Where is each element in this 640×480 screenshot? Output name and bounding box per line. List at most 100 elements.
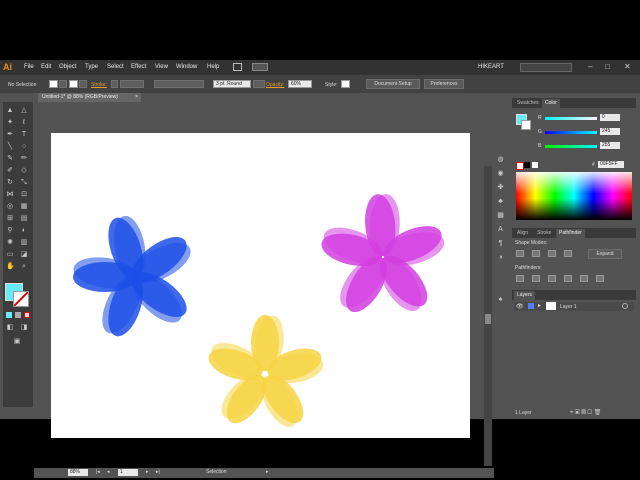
graphic-style-swatch[interactable] bbox=[341, 80, 350, 88]
menu-type[interactable]: Type bbox=[85, 64, 98, 70]
tab-pathfinder[interactable]: Pathfinder bbox=[556, 229, 585, 238]
color-spectrum[interactable] bbox=[516, 172, 632, 220]
opacity-field[interactable]: 60% bbox=[288, 80, 312, 88]
target-icon[interactable] bbox=[622, 303, 628, 309]
type-tool-icon[interactable]: T bbox=[20, 131, 28, 139]
magic-wand-tool-icon[interactable]: ✦ bbox=[6, 119, 14, 127]
direct-selection-tool-icon[interactable]: △ bbox=[20, 107, 28, 115]
draw-mode-icon[interactable]: ◧ bbox=[6, 324, 14, 332]
tab-swatches[interactable]: Swatches bbox=[514, 99, 542, 108]
shape-builder-tool-icon[interactable]: ◎ bbox=[6, 203, 14, 211]
fill-color-swatch[interactable] bbox=[49, 80, 58, 88]
close-icon[interactable]: ✕ bbox=[624, 62, 631, 71]
exclude-icon[interactable] bbox=[564, 250, 572, 257]
selection-tool-icon[interactable]: ▲ bbox=[6, 107, 14, 115]
expand-button[interactable]: Expand bbox=[588, 249, 622, 259]
free-transform-tool-icon[interactable]: ⊡ bbox=[20, 191, 28, 199]
preferences-button[interactable]: Preferences bbox=[424, 79, 464, 89]
red-slider[interactable] bbox=[545, 117, 597, 120]
minus-back-icon[interactable] bbox=[596, 275, 604, 282]
brushes-icon[interactable]: ✤ bbox=[496, 183, 505, 192]
slice-tool-icon[interactable]: ◪ bbox=[20, 251, 28, 259]
maximize-icon[interactable]: □ bbox=[605, 62, 610, 71]
ellipse-tool-icon[interactable]: ○ bbox=[20, 143, 28, 151]
outline-icon[interactable] bbox=[580, 275, 588, 282]
zoom-level-field[interactable]: 88% bbox=[68, 469, 88, 476]
brush-dropdown[interactable] bbox=[253, 80, 265, 88]
last-artboard-icon[interactable]: ▸| bbox=[156, 469, 160, 475]
mesh-tool-icon[interactable]: ⊞ bbox=[6, 215, 14, 223]
screen-mode-icon[interactable]: ▣ bbox=[13, 338, 21, 346]
hex-value-field[interactable]: 00F5FF bbox=[598, 161, 624, 168]
artboard[interactable] bbox=[51, 133, 470, 438]
paintbrush-tool-icon[interactable]: ✎ bbox=[6, 155, 14, 163]
tab-stroke[interactable]: Stroke bbox=[534, 229, 554, 238]
lasso-tool-icon[interactable]: ℓ bbox=[20, 119, 28, 127]
brush-definition[interactable]: 3 pt. Round bbox=[213, 80, 251, 88]
zoom-tool-icon[interactable]: ⌕ bbox=[20, 263, 28, 271]
pencil-tool-icon[interactable]: ✏ bbox=[20, 155, 28, 163]
artboard-number-field[interactable]: 1 bbox=[118, 469, 138, 476]
close-document-icon[interactable]: × bbox=[135, 93, 138, 102]
vertical-scrollbar[interactable] bbox=[484, 166, 492, 466]
previous-artboard-icon[interactable]: ◂ bbox=[107, 469, 110, 475]
magenta-flower[interactable] bbox=[318, 193, 447, 319]
yellow-flower[interactable] bbox=[205, 314, 326, 433]
divide-icon[interactable] bbox=[516, 275, 524, 282]
blob-brush-tool-icon[interactable]: ✐ bbox=[6, 167, 14, 175]
merge-icon[interactable] bbox=[548, 275, 556, 282]
tab-layers[interactable]: Layers bbox=[514, 291, 536, 300]
appearance-icon[interactable]: ◉ bbox=[496, 169, 505, 178]
status-menu-icon[interactable]: ▸ bbox=[266, 469, 269, 475]
stroke-color-swatch[interactable] bbox=[69, 80, 78, 88]
eyedropper-tool-icon[interactable]: ⚲ bbox=[6, 227, 14, 235]
current-tool-status[interactable]: Selection bbox=[206, 469, 227, 475]
fill-dropdown[interactable] bbox=[59, 80, 67, 88]
blue-value-field[interactable]: 255 bbox=[600, 142, 620, 149]
next-artboard-icon[interactable]: ▸ bbox=[146, 469, 149, 475]
symbols-icon[interactable]: ♣ bbox=[496, 197, 505, 206]
first-artboard-icon[interactable]: |◂ bbox=[96, 469, 100, 475]
perspective-grid-tool-icon[interactable]: ▦ bbox=[20, 203, 28, 211]
green-value-field[interactable]: 245 bbox=[600, 128, 620, 135]
crop-icon[interactable] bbox=[564, 275, 572, 282]
menu-file[interactable]: File bbox=[24, 64, 34, 70]
menu-select[interactable]: Select bbox=[107, 64, 124, 70]
stroke-dropdown[interactable] bbox=[79, 80, 87, 88]
unite-icon[interactable] bbox=[516, 250, 524, 257]
artboard-tool-icon[interactable]: ▭ bbox=[6, 251, 14, 259]
stroke-label[interactable]: Stroke: bbox=[91, 82, 107, 88]
visibility-eye-icon[interactable]: 👁 bbox=[516, 303, 524, 310]
draw-inside-icon[interactable]: ◨ bbox=[20, 324, 28, 332]
blue-flower[interactable] bbox=[72, 213, 197, 340]
menu-edit[interactable]: Edit bbox=[41, 64, 51, 70]
artwork[interactable] bbox=[51, 133, 470, 438]
rotate-tool-icon[interactable]: ↻ bbox=[6, 179, 14, 187]
character-icon[interactable]: A bbox=[496, 225, 505, 234]
bridge-icon[interactable] bbox=[233, 63, 242, 71]
line-tool-icon[interactable]: ╲ bbox=[6, 143, 14, 151]
vertical-scroll-thumb[interactable] bbox=[485, 314, 491, 324]
symbol-sprayer-tool-icon[interactable]: ✺ bbox=[6, 239, 14, 247]
intersect-icon[interactable] bbox=[548, 250, 556, 257]
stroke-weight-field[interactable] bbox=[120, 80, 144, 88]
width-tool-icon[interactable]: ⋈ bbox=[6, 191, 14, 199]
menu-window[interactable]: Window bbox=[176, 64, 197, 70]
menu-help[interactable]: Help bbox=[207, 64, 219, 70]
pen-tool-icon[interactable]: ✒ bbox=[6, 131, 14, 139]
stroke-color-box[interactable] bbox=[13, 291, 29, 307]
links-icon[interactable]: ♠ bbox=[496, 295, 505, 304]
eraser-tool-icon[interactable]: ◇ bbox=[20, 167, 28, 175]
tab-align[interactable]: Align bbox=[514, 229, 531, 238]
opacity-label[interactable]: Opacity: bbox=[266, 82, 284, 88]
hand-tool-icon[interactable]: ✋ bbox=[6, 263, 15, 271]
panel-stroke-swatch[interactable] bbox=[521, 120, 531, 130]
layers-footer-icons[interactable]: ⌖ ▣ ▤ ▢ 🗑 bbox=[570, 409, 601, 417]
arrange-documents-icon[interactable] bbox=[252, 63, 268, 71]
minimize-icon[interactable]: – bbox=[588, 62, 592, 71]
none-mode-button[interactable] bbox=[24, 312, 30, 318]
none-color-swatch[interactable] bbox=[516, 162, 524, 170]
menu-object[interactable]: Object bbox=[59, 64, 76, 70]
trim-icon[interactable] bbox=[532, 275, 540, 282]
menu-effect[interactable]: Effect bbox=[131, 64, 146, 70]
